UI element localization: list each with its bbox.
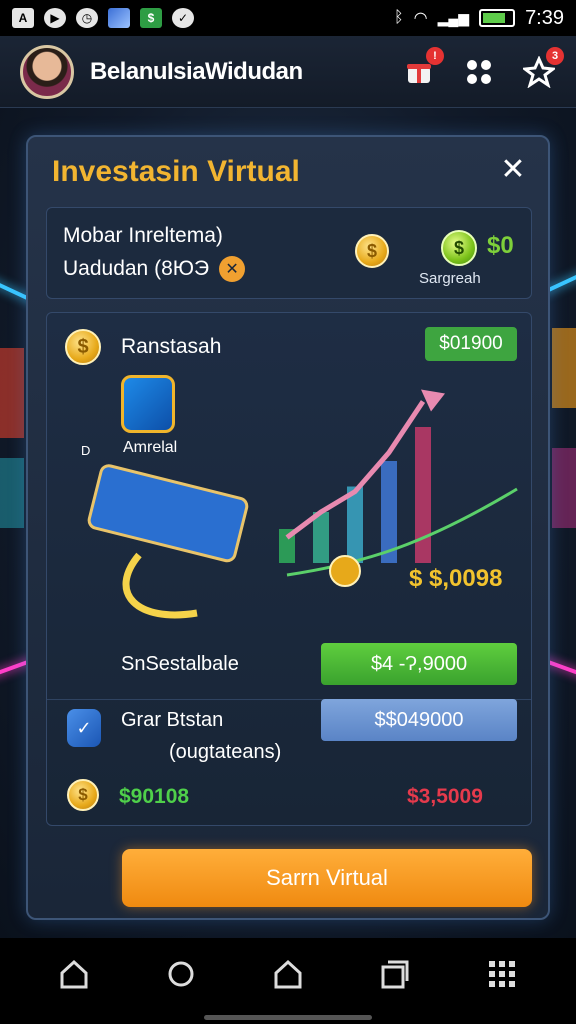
row2-value-button[interactable]: $$049000: [321, 699, 517, 741]
clock: 7:39: [525, 6, 564, 29]
chart-amount: $ $,0098: [409, 565, 503, 592]
play-icon: ▶: [44, 8, 66, 28]
recent-apps-icon: [381, 960, 409, 989]
modal-title: Investasin Virtual: [52, 155, 300, 188]
games-button[interactable]: 3: [522, 46, 564, 89]
bluetooth-icon: ᛒ: [394, 9, 404, 26]
home-outline-button[interactable]: [268, 954, 308, 994]
home-button[interactable]: [54, 954, 94, 994]
trend-arrowhead: [421, 389, 445, 412]
bottom-red-value: $3,5009: [407, 785, 483, 808]
bottom-green-value: $90108: [119, 785, 190, 808]
info-line-2: Uadudan (8ЮЭ ✕: [63, 256, 246, 282]
app-header: BelanuIsiaWidudan ! 3: [0, 36, 576, 108]
close-button[interactable]: ✕: [498, 155, 528, 185]
chart-bar: [415, 427, 431, 563]
curved-arrow-icon: [122, 552, 198, 619]
status-bar: A ▶ ◷ $ ✓ ᛒ ◠ ▂▄▆ 7:39: [0, 0, 576, 36]
home-icon: [274, 959, 302, 989]
coin-icon: $: [355, 234, 389, 268]
start-virtual-button[interactable]: Sarrn Virtual: [122, 849, 532, 907]
grid-icon: [467, 59, 491, 84]
apps-grid-icon: [489, 961, 516, 987]
calculator-icon: [87, 464, 249, 563]
coin-icon: $: [65, 329, 101, 365]
shield-prefix: D: [81, 443, 91, 458]
investment-card: $ Ranstasah $01900 D Amrelal $ $,0098 Sn…: [46, 312, 532, 826]
title-value-pill: $01900: [425, 327, 517, 361]
chart-bar: [313, 512, 329, 563]
games-badge: 3: [546, 46, 564, 65]
notifications-button[interactable]: !: [402, 46, 444, 89]
signal-icon: ▂▄▆: [437, 9, 470, 26]
green-coin-icon: $: [441, 230, 477, 266]
notification-badge: !: [426, 46, 444, 65]
row2-sublabel: (ougtateans): [169, 741, 282, 763]
chart-bar: [347, 486, 363, 563]
apps-grid-button[interactable]: [482, 954, 522, 994]
chart-coin-icon: [329, 555, 361, 587]
refresh-icon: [168, 961, 194, 987]
navigation-bar: [0, 938, 576, 1024]
check-shield-icon: ✓: [67, 709, 101, 747]
notes-icon: A: [12, 8, 34, 28]
photo-icon: [108, 8, 130, 28]
info-card: Mobar Inreltema) Uadudan (8ЮЭ ✕ $ $ $0 S…: [46, 207, 532, 299]
row1-label: SnSestalbale: [121, 653, 239, 675]
close-icon: ✕: [500, 153, 526, 186]
menu-grid-button[interactable]: [462, 55, 496, 89]
recent-apps-button[interactable]: [375, 954, 415, 994]
refresh-button[interactable]: [161, 954, 201, 994]
wifi-icon: ◠: [413, 10, 428, 27]
info-sublabel: Sargreah: [419, 270, 481, 287]
home-indicator: [204, 1015, 372, 1020]
home-icon: [60, 959, 88, 989]
info-amount: $0: [487, 232, 514, 259]
card-title: Ranstasah: [121, 335, 222, 358]
money-icon: $: [140, 8, 162, 28]
investment-modal: Investasin Virtual ✕ Mobar Inreltema) Ua…: [26, 135, 550, 920]
cancel-badge-icon[interactable]: ✕: [219, 256, 246, 282]
alarm-icon: ◷: [76, 8, 98, 28]
gold-coin-icon: $: [67, 779, 99, 811]
header-title: BelanuIsiaWidudan: [90, 57, 303, 85]
row2-label: Grar Btstan: [121, 709, 224, 731]
shield-icon: [121, 375, 175, 433]
vpn-icon: ✓: [172, 8, 194, 28]
row1-value-button[interactable]: $4 -Ɂ,9000: [321, 643, 517, 685]
info-line-1: Mobar Inreltema): [63, 224, 223, 247]
avatar[interactable]: [20, 44, 74, 99]
battery-icon: [479, 9, 516, 27]
shield-label: Amrelal: [123, 439, 178, 456]
